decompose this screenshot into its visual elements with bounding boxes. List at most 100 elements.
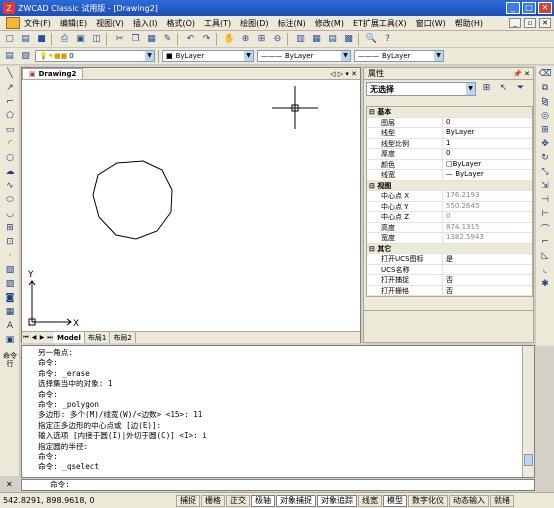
polygon-shape[interactable]: [92, 160, 173, 240]
insert-block-icon[interactable]: ⊞: [3, 222, 17, 234]
selection-combo[interactable]: 无选择 ▼: [366, 82, 476, 96]
menu-file[interactable]: 文件(F): [24, 18, 51, 29]
tab-model[interactable]: Model: [54, 332, 85, 343]
properties-icon[interactable]: ▥: [294, 33, 307, 46]
calculator-icon[interactable]: ▩: [342, 33, 355, 46]
property-row[interactable]: 中心点 X 176.2193: [367, 191, 532, 202]
find-icon[interactable]: 🔍: [365, 33, 378, 46]
redo-icon[interactable]: ↷: [200, 33, 213, 46]
copy-object-icon[interactable]: ⧉: [538, 82, 552, 94]
open-icon[interactable]: ▤: [19, 33, 32, 46]
design-center-icon[interactable]: ▦: [310, 33, 323, 46]
zoom-previous-icon[interactable]: ⊖: [271, 33, 284, 46]
offset-icon[interactable]: ◎: [538, 110, 552, 122]
make-block-icon[interactable]: ⊡: [3, 236, 17, 248]
minimize-button[interactable]: _: [506, 2, 520, 14]
menu-edit[interactable]: 编辑(E): [60, 18, 87, 29]
close-icon[interactable]: ✕: [6, 480, 13, 489]
undo-icon[interactable]: ↶: [184, 33, 197, 46]
tab-layout-2[interactable]: 布局2: [110, 332, 136, 343]
property-row[interactable]: UCS名称: [367, 264, 532, 275]
copy-icon[interactable]: ❐: [129, 33, 142, 46]
command-scrollbar[interactable]: [522, 346, 534, 477]
match-properties-icon[interactable]: ✎: [161, 33, 174, 46]
arc-icon[interactable]: ◜: [3, 138, 17, 150]
ellipse-arc-icon[interactable]: ◡: [3, 208, 17, 220]
model-toggle[interactable]: 模型: [383, 494, 407, 507]
property-row[interactable]: 高度 874.1315: [367, 222, 532, 233]
tool-palettes-icon[interactable]: ▤: [326, 33, 339, 46]
property-row[interactable]: 颜色 □ByLayer: [367, 159, 532, 170]
property-row[interactable]: 打开栅格否: [367, 285, 532, 296]
join-icon[interactable]: ⌐: [538, 236, 552, 248]
ray-icon[interactable]: ↗: [3, 82, 17, 94]
ortho-toggle[interactable]: 正交: [226, 494, 250, 507]
document-icon[interactable]: [6, 17, 20, 29]
lineweight-toggle[interactable]: 线宽: [358, 494, 382, 507]
command-window-handle[interactable]: 命令行: [2, 352, 18, 378]
menu-format[interactable]: 格式(O): [166, 18, 195, 29]
osnap-toggle[interactable]: 对象捕捉: [276, 494, 316, 507]
property-row[interactable]: 中心点 Y 550.2645: [367, 201, 532, 212]
section-general[interactable]: ⊟ 基本: [367, 107, 532, 118]
preview-icon[interactable]: ▣: [74, 33, 87, 46]
section-misc[interactable]: ⊟ 其它: [367, 243, 532, 254]
trim-icon[interactable]: ⊣: [538, 194, 552, 206]
document-tab[interactable]: ▣ Drawing2: [22, 68, 84, 79]
revision-cloud-icon[interactable]: ☁: [3, 166, 17, 178]
polyline-icon[interactable]: ⌐: [3, 96, 17, 108]
zoom-realtime-icon[interactable]: ⊕: [239, 33, 252, 46]
grid-toggle[interactable]: 栅格: [201, 494, 225, 507]
menu-draw[interactable]: 绘图(D): [240, 18, 268, 29]
dynamic-input-toggle[interactable]: 动态输入: [449, 494, 489, 507]
snap-toggle[interactable]: 捕捉: [176, 494, 200, 507]
move-icon[interactable]: ✥: [538, 138, 552, 150]
doc-restore-button[interactable]: ▫: [524, 18, 536, 28]
array-icon[interactable]: ⊞: [538, 124, 552, 136]
menu-et-tools[interactable]: ET扩展工具(X): [353, 18, 407, 29]
explode-icon[interactable]: ✱: [538, 278, 552, 290]
layer-state-icon[interactable]: ▧: [19, 50, 32, 63]
property-row[interactable]: 中心点 Z0: [367, 212, 532, 223]
property-row[interactable]: 打开UCS图标是: [367, 254, 532, 265]
rectangle-icon[interactable]: ▭: [3, 124, 17, 136]
prev-tab-icon[interactable]: ◀: [30, 334, 38, 341]
last-tab-icon[interactable]: ⏭: [46, 334, 54, 342]
drawing-canvas[interactable]: X Y: [22, 80, 360, 331]
panel-controls[interactable]: 📌 ✕: [513, 70, 530, 78]
menu-dimension[interactable]: 标注(N): [278, 18, 306, 29]
section-view[interactable]: ⊟ 视图: [367, 180, 532, 191]
help-icon[interactable]: ?: [381, 33, 394, 46]
region-icon[interactable]: ◙: [3, 292, 17, 304]
point-icon[interactable]: ·: [3, 250, 17, 262]
menu-tools[interactable]: 工具(T): [204, 18, 231, 29]
command-input[interactable]: 命令:: [21, 479, 535, 491]
new-icon[interactable]: ▢: [3, 33, 16, 46]
rotate-icon[interactable]: ↻: [538, 152, 552, 164]
maximize-button[interactable]: □: [522, 2, 536, 14]
gradient-icon[interactable]: ▨: [3, 278, 17, 290]
polygon-icon[interactable]: ⬠: [3, 110, 17, 122]
scrollbar-thumb[interactable]: [524, 454, 533, 466]
image-icon[interactable]: ▣: [3, 334, 17, 346]
lineweight-combo[interactable]: ——— ByLayer ▼: [354, 50, 444, 62]
ellipse-icon[interactable]: ⬭: [3, 194, 17, 206]
line-icon[interactable]: ╲: [3, 68, 17, 80]
doc-close-button[interactable]: ✕: [539, 18, 551, 28]
spline-icon[interactable]: ∿: [3, 180, 17, 192]
menu-help[interactable]: 帮助(H): [455, 18, 483, 29]
publish-icon[interactable]: ◫: [90, 33, 103, 46]
table-icon[interactable]: ▦: [3, 306, 17, 318]
cut-icon[interactable]: ✂: [113, 33, 126, 46]
layer-manager-icon[interactable]: ▤: [3, 50, 16, 63]
property-row[interactable]: 宽度 1382.5943: [367, 233, 532, 244]
property-row[interactable]: 厚度 0: [367, 149, 532, 160]
property-row[interactable]: 图层 0: [367, 117, 532, 128]
polar-toggle[interactable]: 极轴: [251, 494, 275, 507]
doc-minimize-button[interactable]: _: [509, 18, 521, 28]
property-row[interactable]: 线型比例 1: [367, 138, 532, 149]
property-row[interactable]: 打开捕捉否: [367, 275, 532, 286]
color-combo[interactable]: ■ ByLayer ▼: [162, 50, 254, 62]
mtext-icon[interactable]: A: [3, 320, 17, 332]
select-objects-icon[interactable]: ↖: [497, 83, 510, 96]
